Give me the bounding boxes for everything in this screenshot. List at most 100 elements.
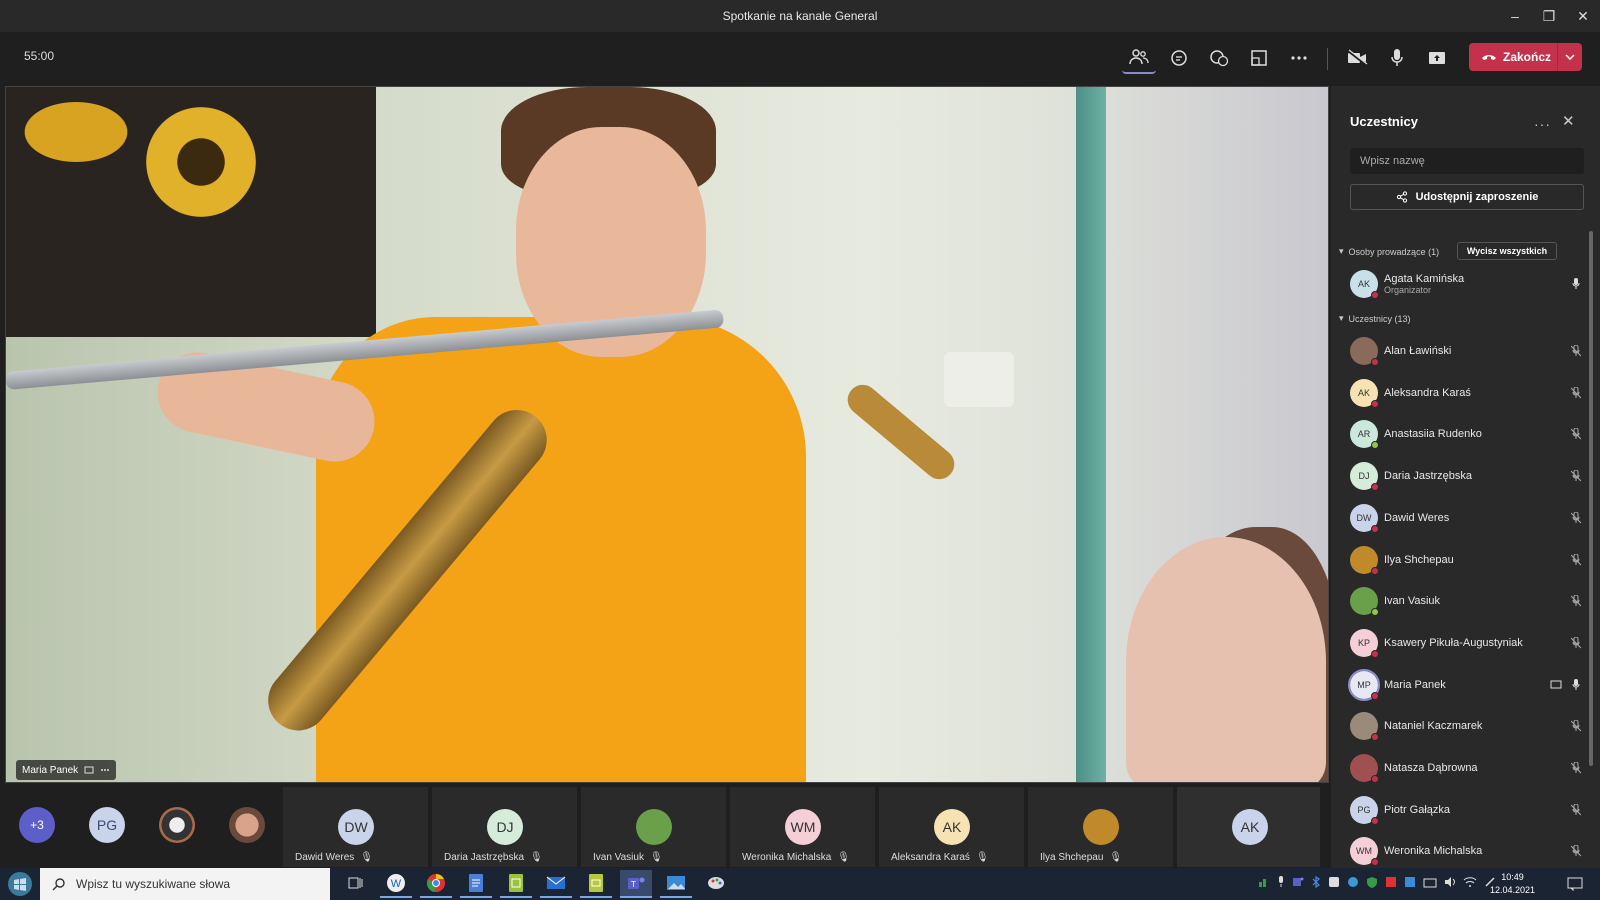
minimize-button[interactable]: –	[1498, 0, 1532, 32]
tray-teams-icon[interactable]	[1292, 875, 1304, 893]
mic-off-icon[interactable]	[1566, 720, 1586, 732]
app-icon-chrome[interactable]	[420, 870, 452, 898]
more-options-icon[interactable]	[100, 768, 110, 772]
share-invite-button[interactable]: Udostępnij zaproszenie	[1350, 184, 1584, 210]
screen-share-icon	[1546, 680, 1566, 690]
tray-app-icon[interactable]	[1385, 875, 1397, 893]
app-icon-mail[interactable]	[540, 870, 572, 898]
participant-row[interactable]: Ilya Shchepau	[1350, 540, 1586, 580]
main-video[interactable]: Maria Panek	[5, 86, 1329, 783]
app-icon-word[interactable]: W	[380, 870, 412, 898]
strip-avatar[interactable]: PG	[89, 807, 125, 843]
more-actions-icon[interactable]	[1282, 42, 1316, 74]
participant-search-input[interactable]	[1350, 148, 1584, 174]
participant-row[interactable]: AK Agata Kamińska Organizator	[1350, 264, 1586, 304]
tray-volume-icon[interactable]	[1444, 875, 1456, 893]
participant-row[interactable]: AK Aleksandra Karaś	[1350, 373, 1586, 413]
close-icon[interactable]: ✕	[1562, 112, 1575, 130]
start-button[interactable]	[0, 868, 40, 900]
participant-tile[interactable]: AK	[1177, 787, 1320, 867]
mic-off-icon[interactable]	[1566, 386, 1586, 399]
mic-off-icon[interactable]	[1566, 553, 1586, 566]
camera-off-icon[interactable]	[1340, 42, 1374, 74]
close-window-button[interactable]: ✕	[1566, 0, 1600, 32]
participant-row[interactable]: Ivan Vasiuk	[1350, 581, 1586, 621]
participant-row[interactable]: Natasza Dąbrowna	[1350, 748, 1586, 788]
participant-row[interactable]: PG Piotr Gałązka	[1350, 790, 1586, 830]
participant-tile[interactable]: AK Aleksandra Karaś 🎙︎	[879, 787, 1024, 867]
end-call-button[interactable]: Zakończ	[1469, 43, 1582, 71]
chat-icon[interactable]	[1162, 42, 1196, 74]
tray-bluetooth-icon[interactable]	[1311, 875, 1321, 893]
participant-avatar: MP	[1348, 668, 1380, 701]
mic-off-icon[interactable]	[1566, 803, 1586, 816]
taskbar-search[interactable]: Wpisz tu wyszukiwane słowa	[40, 868, 330, 900]
mic-off-icon[interactable]	[1566, 511, 1586, 524]
presenters-section-header[interactable]: ▾ Osoby prowadzące (1)	[1339, 246, 1439, 257]
tray-network-icon[interactable]	[1258, 875, 1270, 893]
window-title: Spotkanie na kanale General	[722, 9, 878, 23]
notifications-icon[interactable]	[1560, 868, 1590, 900]
app-icon-photos[interactable]	[660, 870, 692, 898]
overflow-count[interactable]: +3	[19, 807, 55, 843]
mute-all-button[interactable]: Wycisz wszystkich	[1457, 242, 1557, 260]
mic-off-icon[interactable]	[1566, 636, 1586, 649]
speaker-name: Maria Panek	[22, 764, 79, 776]
participant-avatar: DJ	[1350, 462, 1379, 492]
participant-row[interactable]: KP Ksawery Pikuła-Augustyniak	[1350, 623, 1586, 663]
share-screen-icon[interactable]	[1420, 42, 1454, 74]
mic-off-icon[interactable]	[1566, 470, 1586, 482]
task-view-icon[interactable]	[340, 870, 372, 898]
tray-keyboard-icon[interactable]	[1423, 875, 1437, 893]
tray-wifi-icon[interactable]	[1463, 875, 1477, 893]
app-icon-docs[interactable]	[460, 870, 492, 898]
tray-mic-icon[interactable]	[1277, 875, 1285, 893]
participant-row[interactable]: DJ Daria Jastrzębska	[1350, 456, 1586, 496]
tray-app-icon[interactable]	[1404, 875, 1416, 893]
mic-off-icon[interactable]	[1566, 845, 1586, 857]
participant-tile[interactable]: Ivan Vasiuk 🎙︎	[581, 787, 726, 867]
attendees-section-header[interactable]: ▾ Uczestnicy (13)	[1339, 313, 1411, 324]
participant-row[interactable]: AR Anastasiia Rudenko	[1350, 414, 1586, 454]
mic-off-icon[interactable]	[1566, 345, 1586, 357]
tile-name: Ilya Shchepau	[1040, 852, 1104, 863]
reactions-icon[interactable]	[1202, 42, 1236, 74]
chevron-down-icon[interactable]	[1558, 54, 1582, 60]
mic-off-icon[interactable]	[1566, 428, 1586, 440]
participant-tile[interactable]: DW Dawid Weres 🎙︎	[283, 787, 428, 867]
app-icon-sheets[interactable]	[500, 870, 532, 898]
app-icon-teams[interactable]: T	[620, 870, 652, 898]
participant-row[interactable]: DW Dawid Weres	[1350, 498, 1586, 538]
mic-icon[interactable]	[1566, 278, 1586, 290]
participant-row[interactable]: MP Maria Panek	[1348, 665, 1586, 705]
rooms-icon[interactable]	[1242, 42, 1276, 74]
share-icon	[1396, 191, 1407, 203]
participant-row[interactable]: Nataniel Kaczmarek	[1350, 706, 1586, 746]
microphone-icon[interactable]	[1380, 42, 1414, 74]
taskbar-clock[interactable]: 10:49 12.04.2021	[1490, 871, 1535, 897]
mic-off-icon[interactable]	[1566, 762, 1586, 774]
participant-tile[interactable]: DJ Daria Jastrzębska 🎙︎	[432, 787, 577, 867]
tray-app-icon[interactable]	[1347, 875, 1359, 893]
participant-tile[interactable]: Ilya Shchepau 🎙︎	[1028, 787, 1173, 867]
participant-row[interactable]: WM Weronika Michalska	[1350, 831, 1586, 871]
meeting-toolbar: 55:00 Zakończ	[0, 32, 1600, 84]
participant-name: Agata Kamińska	[1384, 273, 1465, 285]
mic-icon[interactable]	[1566, 678, 1586, 691]
app-icon-paint[interactable]	[700, 870, 732, 898]
tray-app-icon[interactable]	[1328, 875, 1340, 893]
participant-row[interactable]: Alan Ławiński	[1350, 331, 1586, 371]
more-options-icon[interactable]: ···	[1534, 116, 1551, 132]
tray-security-icon[interactable]	[1366, 875, 1378, 893]
app-icon-slides[interactable]	[580, 870, 612, 898]
panel-scrollbar[interactable]	[1589, 231, 1593, 766]
participant-tile[interactable]: WM Weronika Michalska 🎙︎	[730, 787, 875, 867]
maximize-button[interactable]: ❐	[1532, 0, 1566, 32]
mic-off-icon: 🎙︎	[975, 852, 989, 863]
tile-avatar: DW	[338, 809, 374, 845]
strip-avatar-photo[interactable]	[159, 807, 195, 843]
strip-avatar-photo[interactable]	[229, 807, 265, 843]
participants-icon[interactable]	[1122, 42, 1156, 74]
mic-off-icon[interactable]	[1566, 595, 1586, 607]
tile-avatar: AK	[1232, 809, 1268, 845]
